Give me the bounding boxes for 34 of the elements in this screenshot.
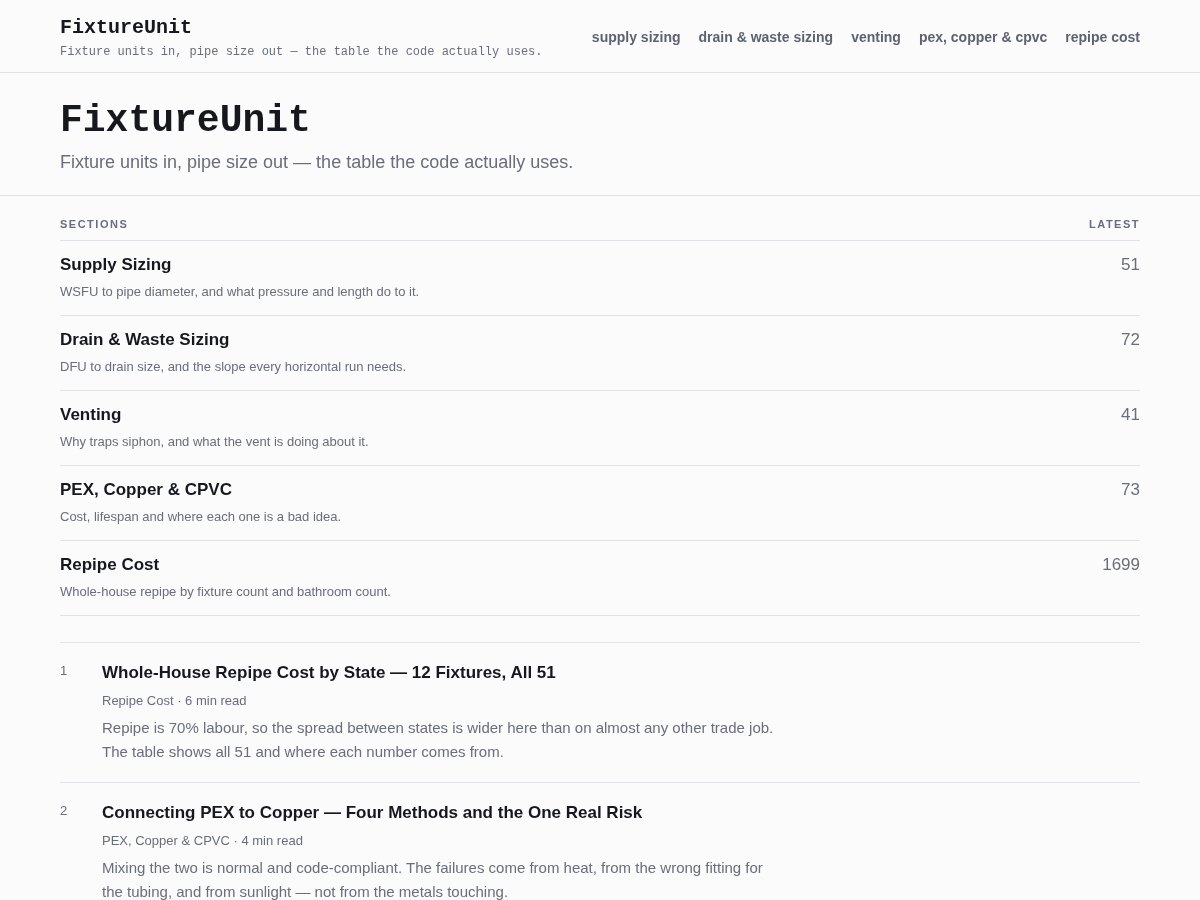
site-subtitle: Fixture units in, pipe size out — the table the code actually uses. (60, 152, 575, 173)
section-link[interactable]: Repipe Cost (60, 555, 160, 574)
latest-count: 73 (1121, 480, 1140, 500)
section-description: Why traps siphon, and what the vent is doing about it. (60, 434, 369, 449)
article-summary: Mixing the two is normal and code-compliant. The failures come from heat, from the wrong fitting for the tubing, and from sunlight — not from the metals touching. (102, 858, 764, 900)
latest-count: 51 (1121, 255, 1140, 275)
sections-heading: SECTIONS (60, 218, 129, 230)
latest-count: 41 (1121, 405, 1140, 425)
section-description: DFU to drain size, and the slope every horizontal run needs. (60, 359, 407, 374)
nav-link[interactable]: supply sizing (591, 29, 681, 45)
section-link[interactable]: Supply Sizing (60, 255, 172, 274)
section-description: WSFU to pipe diameter, and what pressure and length do to it. (60, 284, 420, 299)
site-title: FixtureUnit (60, 99, 312, 142)
section-description: Whole-house repipe by fixture count and bathroom count. (60, 584, 391, 599)
article-link[interactable]: Connecting PEX to Copper — Four Methods and the One Real Risk (102, 803, 782, 823)
nav-link[interactable]: venting (851, 29, 901, 45)
section-link[interactable]: Drain & Waste Sizing (60, 330, 230, 349)
nav-link[interactable]: drain & waste sizing (698, 29, 834, 45)
latest-heading: LATEST (1089, 218, 1140, 230)
article-link[interactable]: Whole-House Repipe Cost by State — 12 Fixtures, All 51 (102, 663, 782, 683)
section-link[interactable]: Venting (60, 405, 122, 424)
section-description: Cost, lifespan and where each one is a bad idea. (60, 509, 342, 524)
section-link[interactable]: PEX, Copper & CPVC (60, 480, 232, 499)
nav-link[interactable]: pex, copper & cpvc (918, 29, 1048, 45)
article-summary: Repipe is 70% labour, so the spread between states is wider here than on almost any other trade job. The table shows all 51 and where each number comes from. (102, 718, 775, 762)
article-meta: PEX, Copper & CPVC · 4 min read (102, 833, 304, 848)
latest-count: 1699 (1102, 555, 1140, 575)
nav-link[interactable]: repipe cost (1065, 29, 1140, 45)
article-number: 1 (60, 663, 69, 680)
latest-count: 72 (1121, 330, 1140, 350)
brand-link[interactable]: FixtureUnit (60, 15, 543, 39)
tagline: Fixture units in, pipe size out — the table the code actually uses. (60, 44, 543, 59)
article-meta: Repipe Cost · 6 min read (102, 693, 248, 708)
article-number: 2 (60, 803, 69, 820)
